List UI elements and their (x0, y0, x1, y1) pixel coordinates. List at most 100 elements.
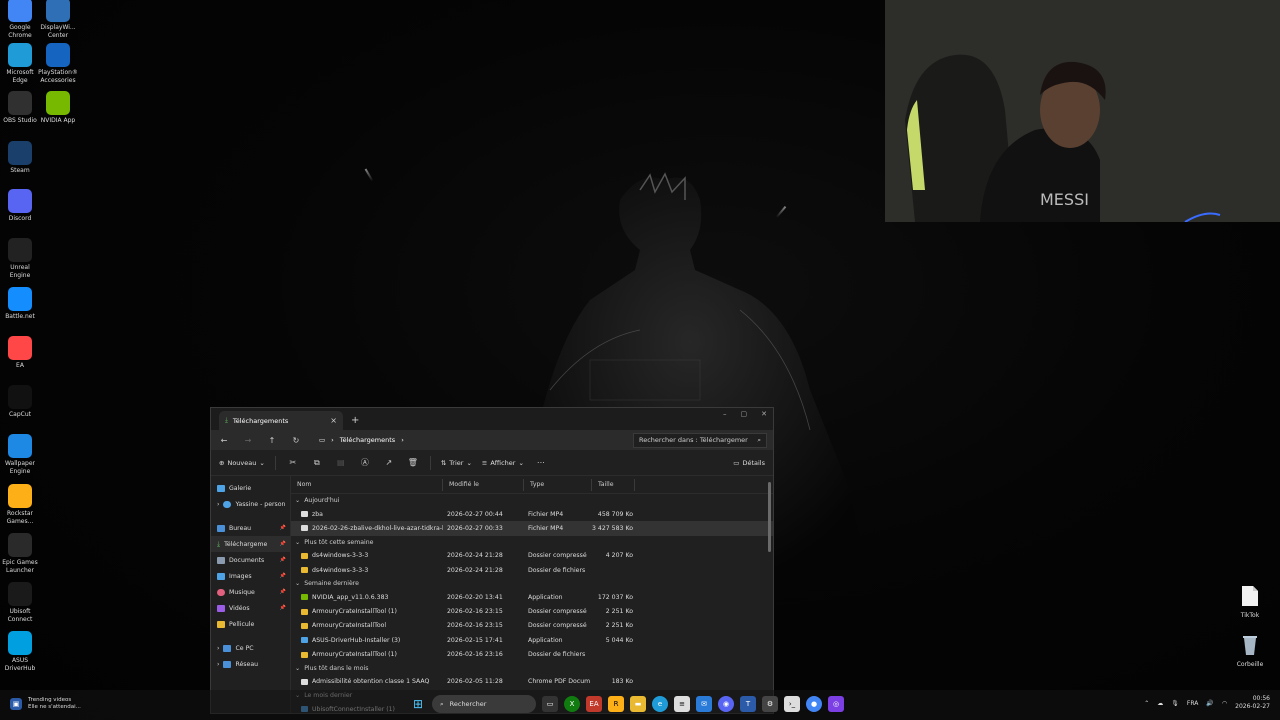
file-row[interactable]: zba 2026-02-27 00:44 Fichier MP4 458 709 Ko (291, 507, 773, 521)
shooting-star (364, 168, 374, 182)
settings-icon[interactable]: ⚙ (762, 696, 778, 712)
nav-item-images[interactable]: Images 📌 (211, 568, 290, 584)
breadcrumb-downloads[interactable]: Téléchargements (340, 436, 395, 444)
group-header[interactable]: ⌄ Plus tôt cette semaine (291, 536, 773, 549)
terminal-icon[interactable]: ›_ (784, 696, 800, 712)
details-button[interactable]: ▭ Détails (733, 459, 765, 467)
new-tab-button[interactable]: + (351, 415, 359, 426)
mail-icon[interactable]: ✉ (696, 696, 712, 712)
view-button[interactable]: ≡ Afficher ⌄ (482, 459, 524, 467)
desktop-icon-nvidia[interactable]: NVIDIA App (38, 91, 78, 125)
delete-icon[interactable]: 🗑 (406, 458, 420, 467)
language-indicator[interactable]: FRA (1187, 700, 1198, 707)
scrollbar[interactable] (768, 482, 771, 552)
nav-item-film[interactable]: Pellicule (211, 616, 290, 632)
nav-item-this-pc[interactable]: › Ce PC (211, 640, 290, 656)
desktop-icon-ubisoft[interactable]: Ubisoft Connect (0, 582, 40, 624)
file-row[interactable]: ArmouryCrateInstallTool (1) 2026-02-16 23… (291, 647, 773, 661)
nav-item-downloads[interactable]: ⤓ Téléchargeme 📌 (211, 536, 290, 552)
desktop-icon-playstation[interactable]: PlayStation® Accessories (38, 43, 78, 85)
cloud-icon[interactable]: ☁ (1157, 700, 1163, 707)
wifi-icon[interactable]: ◠ (1222, 700, 1227, 707)
column-name[interactable]: Nom (291, 478, 443, 491)
file-row[interactable]: ArmouryCrateInstallTool 2026-02-16 23:15 D… (291, 619, 773, 633)
desktop-icon-rockstar[interactable]: Rockstar Games... (0, 484, 40, 526)
minimize-button[interactable]: – (723, 410, 727, 418)
forward-button[interactable]: → (241, 436, 255, 445)
desktop-icon-recycle-bin[interactable]: Corbeille (1230, 634, 1270, 669)
nav-item-videos[interactable]: Vidéos 📌 (211, 600, 290, 616)
nav-item-onedrive[interactable]: › Yassine - person (211, 496, 290, 512)
file-row[interactable]: ds4windows-3-3-3 2026-02-24 21:28 Dossier … (291, 563, 773, 577)
group-title: Semaine dernière (304, 580, 359, 588)
teams-icon[interactable]: T (740, 696, 756, 712)
column-size[interactable]: Taille (592, 478, 635, 491)
clock[interactable]: 00:56 2026-02-27 (1235, 695, 1270, 711)
cut-icon[interactable]: ✂ (286, 458, 300, 467)
desktop-icon-wallpaper-engine[interactable]: Wallpaper Engine (0, 434, 40, 476)
nav-item-music[interactable]: Musique 📌 (211, 584, 290, 600)
desktop-icon-edge[interactable]: Microsoft Edge (0, 43, 40, 85)
taskbar-search[interactable]: ⌕ Rechercher (432, 695, 536, 713)
desktop-icon-epic-games[interactable]: Epic Games Launcher (0, 533, 40, 575)
rename-icon[interactable]: Ⓐ (358, 457, 372, 468)
rockstar-icon[interactable]: R (608, 696, 624, 712)
edge-icon[interactable]: e (652, 696, 668, 712)
windows-start-icon[interactable]: ⊞ (410, 696, 426, 712)
back-button[interactable]: ← (217, 436, 231, 445)
more-options-icon[interactable]: ⋯ (534, 458, 548, 467)
tab-downloads[interactable]: ⤓ Téléchargements × (219, 411, 343, 430)
ea-icon[interactable]: EA (586, 696, 602, 712)
maximize-button[interactable]: ▢ (741, 410, 748, 418)
chevron-up-icon[interactable]: ⌃ (1144, 700, 1149, 707)
group-header[interactable]: ⌄ Plus tôt dans le mois (291, 662, 773, 675)
group-header[interactable]: ⌄ Aujourd'hui (291, 494, 773, 507)
desktop-icon-obs[interactable]: OBS Studio (0, 91, 40, 125)
nav-item-documents[interactable]: Documents 📌 (211, 552, 290, 568)
file-row[interactable]: ArmouryCrateInstallTool (1) 2026-02-16 23… (291, 604, 773, 618)
news-widget[interactable]: ▣ Trending videos Elle ne s'attendai... (10, 697, 81, 711)
desktop-icon-steam[interactable]: Steam (0, 141, 40, 175)
column-modified[interactable]: Modifié le (443, 478, 524, 491)
desktop-icon-displaywidget[interactable]: DisplayWi... Center (38, 0, 78, 40)
search-input[interactable]: Rechercher dans : Téléchargemer ⌕ (633, 432, 767, 448)
desktop-icon-asus-driverhub[interactable]: ASUS DriverHub (0, 631, 40, 673)
refresh-button[interactable]: ↻ (289, 436, 303, 445)
address-bar[interactable]: ▭ › Téléchargements › (313, 432, 623, 448)
group-header[interactable]: ⌄ Semaine dernière (291, 577, 773, 590)
sort-button[interactable]: ⇅ Trier ⌄ (441, 459, 472, 467)
file-row[interactable]: 2026-02-26-zbalive-dkhol-live-azar-tidkr… (291, 521, 773, 536)
obs-icon[interactable]: ◎ (828, 696, 844, 712)
file-explorer-icon[interactable]: ▬ (630, 696, 646, 712)
nav-item-gallery[interactable]: Galerie (211, 480, 290, 496)
desktop-icon-chrome[interactable]: Google Chrome (0, 0, 40, 40)
copy-icon[interactable]: ⧉ (310, 458, 324, 468)
file-row[interactable]: ASUS-DriverHub-Installer (3) 2026-02-15 1… (291, 633, 773, 647)
mic-icon[interactable]: 🎙 (1171, 700, 1179, 707)
discord-icon[interactable]: ◉ (718, 696, 734, 712)
paste-icon[interactable]: ▤ (334, 458, 348, 467)
chrome-icon[interactable]: ● (806, 696, 822, 712)
desktop-icon-capcut[interactable]: CapCut (0, 385, 40, 419)
desktop-icon-unreal[interactable]: Unreal Engine (0, 238, 40, 280)
desktop-icon-tiktok[interactable]: TikTok (1230, 585, 1270, 620)
task-view-icon[interactable]: ▭ (542, 696, 558, 712)
nav-item-network[interactable]: › Réseau (211, 656, 290, 672)
share-icon[interactable]: ↗ (382, 458, 396, 467)
notepad-icon[interactable]: ≡ (674, 696, 690, 712)
file-row[interactable]: Admissibilité obtention classe 1 SAAQ 202… (291, 675, 773, 689)
close-window-button[interactable]: ✕ (761, 410, 767, 418)
volume-icon[interactable]: 🔊 (1206, 700, 1213, 707)
nav-item-desktop[interactable]: Bureau 📌 (211, 520, 290, 536)
file-row[interactable]: ds4windows-3-3-3 2026-02-24 21:28 Dossier … (291, 549, 773, 563)
xbox-icon[interactable]: X (564, 696, 580, 712)
desktop-icon-ea[interactable]: EA (0, 336, 40, 370)
file-explorer-window[interactable]: ⤓ Téléchargements × + – ▢ ✕ ← → ↑ ↻ ▭ › … (210, 407, 774, 714)
column-type[interactable]: Type (524, 478, 592, 491)
new-button[interactable]: ⊕ Nouveau ⌄ (219, 459, 265, 467)
file-row[interactable]: NVIDIA_app_v11.0.6.383 2026-02-20 13:41 Ap… (291, 590, 773, 604)
desktop-icon-battlenet[interactable]: Battle.net (0, 287, 40, 321)
close-tab-icon[interactable]: × (330, 416, 337, 425)
up-button[interactable]: ↑ (265, 436, 279, 445)
desktop-icon-discord[interactable]: Discord (0, 189, 40, 223)
